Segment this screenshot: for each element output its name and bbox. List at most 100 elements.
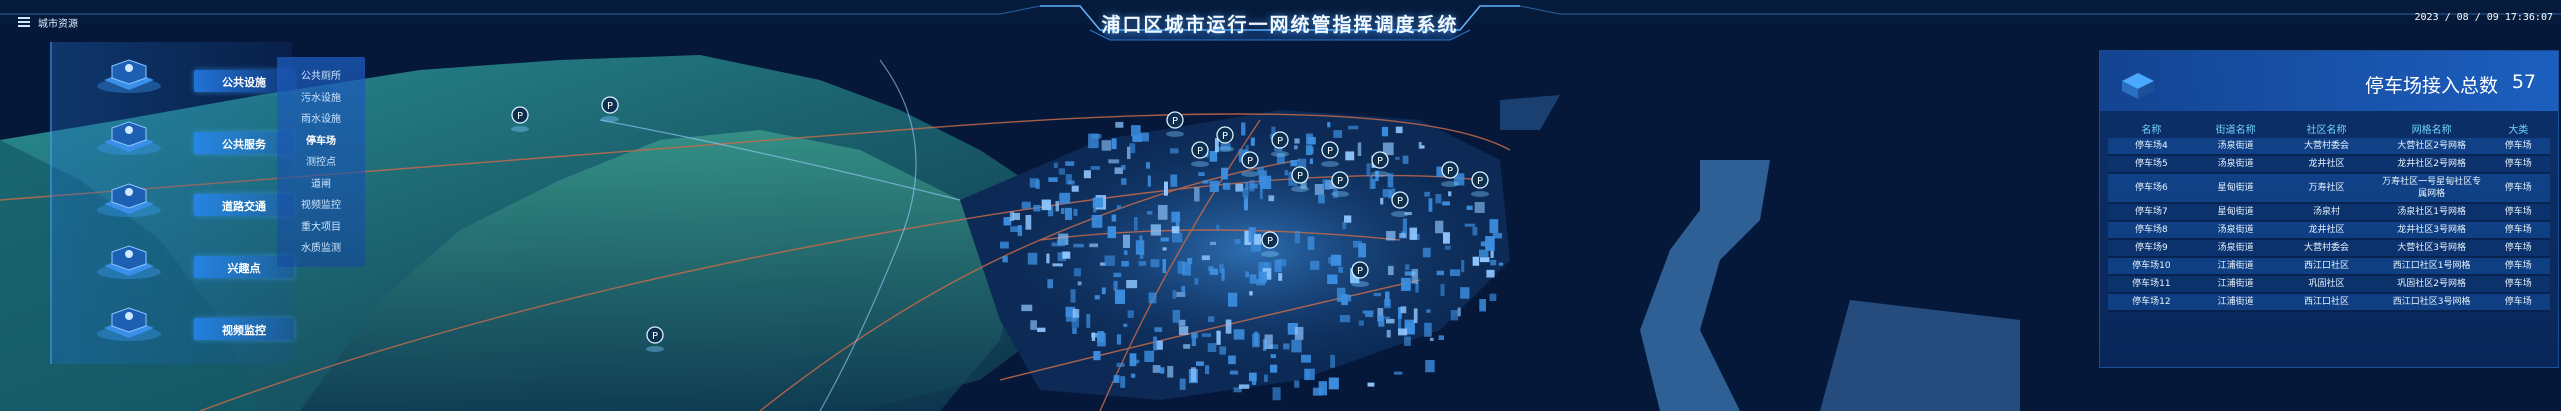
- table-row[interactable]: 停车场12 江浦街道 西江口社区 西江口社区3号网格 停车场: [2108, 293, 2550, 312]
- building: [1498, 262, 1504, 266]
- table-cell: 汤泉村: [2276, 203, 2377, 222]
- building: [1310, 260, 1320, 270]
- sub-category-item[interactable]: 水质监测: [277, 239, 365, 259]
- table-row[interactable]: 停车场6 星甸街道 万寿社区 万寿社区一号星甸社区专属网格 停车场: [2108, 173, 2550, 204]
- table-cell: 江浦街道: [2194, 293, 2277, 312]
- table-row[interactable]: 停车场9 汤泉街道 大营村委会 大营社区3号网格 停车场: [2108, 239, 2550, 258]
- parking-marker[interactable]: P: [1271, 131, 1289, 157]
- building: [1159, 367, 1165, 374]
- sub-category-item[interactable]: 道闸: [277, 175, 365, 195]
- column-header[interactable]: 社区名称: [2276, 118, 2376, 138]
- parking-marker[interactable]: P: [1391, 191, 1409, 217]
- category-item-3[interactable]: 兴趣点: [94, 238, 294, 280]
- building: [1101, 287, 1106, 295]
- table-row[interactable]: 停车场10 江浦街道 西江口社区 西江口社区1号网格 停车场: [2108, 257, 2550, 276]
- building: [1245, 271, 1250, 278]
- building: [1116, 334, 1122, 345]
- parking-marker[interactable]: P: [1241, 151, 1259, 177]
- parking-marker[interactable]: P: [1331, 171, 1349, 197]
- sub-category-item[interactable]: 公共厕所: [277, 67, 365, 87]
- parking-marker-label: P: [1477, 176, 1483, 187]
- category-item-4[interactable]: 视频监控: [94, 300, 294, 342]
- building: [1248, 372, 1257, 382]
- sub-category-item[interactable]: 污水设施: [277, 89, 365, 109]
- table-row[interactable]: 停车场4 汤泉街道 大营村委会 大营社区2号网格 停车场: [2108, 138, 2550, 156]
- building: [1093, 351, 1101, 361]
- building: [1167, 365, 1174, 378]
- parking-marker[interactable]: P: [1191, 141, 1209, 167]
- parking-marker-label: P: [1222, 131, 1228, 142]
- parking-marker[interactable]: P: [1441, 161, 1459, 187]
- column-header[interactable]: 大类: [2487, 118, 2550, 138]
- building: [1061, 207, 1065, 215]
- parking-marker[interactable]: P: [511, 106, 529, 132]
- table-cell: 停车场: [2486, 203, 2550, 222]
- sub-category-item[interactable]: 视频监控: [277, 196, 365, 216]
- building: [1264, 374, 1268, 382]
- table-cell: 万寿社区: [2276, 173, 2377, 204]
- column-header[interactable]: 网格名称: [2377, 118, 2487, 138]
- table-row[interactable]: 停车场5 汤泉街道 龙井社区 龙井社区2号网格 停车场: [2108, 155, 2550, 174]
- building: [1201, 333, 1212, 337]
- table-cell: 汤泉街道: [2194, 239, 2277, 258]
- parking-marker[interactable]: P: [1216, 126, 1234, 152]
- table-cell: 汤泉社区1号网格: [2376, 203, 2487, 222]
- sub-category-item[interactable]: 雨水设施: [277, 110, 365, 130]
- sub-category-item[interactable]: 停车场: [277, 132, 365, 152]
- table-cell: 汤泉街道: [2194, 221, 2277, 240]
- category-item-0[interactable]: 公共设施: [94, 52, 294, 94]
- parking-marker[interactable]: P: [1471, 171, 1489, 197]
- category-item-1[interactable]: 公共服务: [94, 114, 294, 156]
- building: [1071, 185, 1079, 192]
- column-header[interactable]: 街道名称: [2195, 118, 2277, 138]
- building: [1208, 266, 1214, 272]
- parking-marker[interactable]: P: [646, 326, 664, 352]
- building: [1461, 259, 1465, 273]
- building: [1147, 175, 1151, 187]
- building: [1362, 310, 1374, 314]
- parking-marker[interactable]: P: [1351, 261, 1369, 287]
- parking-marker[interactable]: P: [1166, 111, 1184, 137]
- table-cell: 大营村委会: [2276, 239, 2377, 258]
- parking-marker[interactable]: P: [1321, 141, 1339, 167]
- building: [1424, 191, 1430, 197]
- parking-marker[interactable]: P: [601, 96, 619, 122]
- building: [1384, 316, 1390, 320]
- building: [1126, 280, 1138, 289]
- building: [1178, 326, 1189, 336]
- building: [1474, 201, 1485, 213]
- parking-marker[interactable]: P: [1371, 151, 1389, 177]
- road-traffic-icon: [97, 183, 161, 217]
- sub-category-item[interactable]: 测控点: [277, 153, 365, 173]
- building: [1243, 196, 1249, 210]
- column-header[interactable]: 名称: [2108, 118, 2195, 138]
- building: [1413, 308, 1418, 323]
- building: [1115, 121, 1124, 128]
- building: [1225, 319, 1232, 334]
- building: [1424, 322, 1432, 337]
- table-cell: 星甸街道: [2194, 203, 2277, 222]
- sub-category-panel: 公共厕所 污水设施 雨水设施 停车场 测控点 道闸 视频监控 重大项目 水质监测: [277, 57, 365, 267]
- building: [1268, 195, 1275, 202]
- building: [1387, 265, 1394, 276]
- building: [1059, 192, 1071, 204]
- building: [1386, 230, 1396, 241]
- table-cell: 大营社区3号网格: [2376, 239, 2487, 258]
- building: [1152, 365, 1161, 373]
- building: [1322, 179, 1330, 191]
- table-row[interactable]: 停车场8 汤泉街道 龙井社区 龙井社区3号网格 停车场: [2108, 221, 2550, 240]
- parking-marker[interactable]: P: [1291, 166, 1309, 192]
- parking-marker[interactable]: P: [1261, 231, 1279, 257]
- table-row[interactable]: 停车场11 江浦街道 巩固社区 巩固社区2号网格 停车场: [2108, 275, 2550, 294]
- building: [1490, 259, 1497, 266]
- building: [1367, 382, 1375, 387]
- category-item-2[interactable]: 道路交通: [94, 176, 294, 218]
- building: [1116, 362, 1125, 367]
- table-row[interactable]: 停车场7 星甸街道 汤泉村 汤泉社区1号网格 停车场: [2108, 203, 2550, 222]
- building: [1107, 226, 1117, 239]
- building: [1222, 182, 1231, 190]
- building: [1382, 189, 1392, 198]
- sub-category-item[interactable]: 重大项目: [277, 218, 365, 238]
- building: [1387, 173, 1394, 188]
- building: [1145, 162, 1151, 169]
